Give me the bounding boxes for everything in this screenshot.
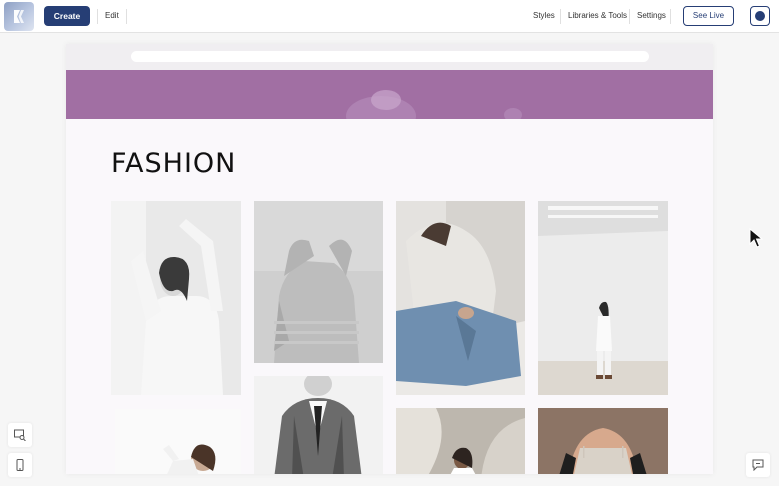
gallery-image[interactable] bbox=[254, 201, 383, 363]
top-toolbar: Create Edit Styles Libraries & Tools Set… bbox=[0, 0, 779, 33]
avatar-icon bbox=[755, 11, 765, 21]
toolbar-divider bbox=[97, 9, 98, 24]
hero-banner[interactable] bbox=[66, 70, 713, 119]
app-logo-icon[interactable] bbox=[4, 2, 34, 31]
create-button[interactable]: Create bbox=[44, 6, 90, 26]
banner-flower-shape bbox=[371, 90, 401, 110]
address-bar bbox=[131, 51, 649, 62]
page-preview-canvas[interactable]: FASHION bbox=[66, 44, 713, 474]
avatar-button[interactable] bbox=[750, 6, 770, 26]
preview-search-icon[interactable] bbox=[8, 423, 32, 447]
gallery-image[interactable] bbox=[111, 201, 241, 395]
settings-menu[interactable]: Settings bbox=[637, 11, 666, 20]
gallery-image[interactable] bbox=[538, 408, 668, 474]
toolbar-divider bbox=[560, 9, 561, 24]
libraries-tools-menu[interactable]: Libraries & Tools bbox=[568, 11, 627, 20]
banner-flower-shape bbox=[504, 108, 522, 119]
toolbar-divider bbox=[126, 9, 127, 24]
gallery-image[interactable] bbox=[538, 201, 668, 395]
edit-menu[interactable]: Edit bbox=[105, 11, 119, 20]
gallery-image[interactable] bbox=[396, 201, 525, 395]
mouse-cursor-icon bbox=[749, 227, 764, 253]
mobile-device-icon[interactable] bbox=[8, 453, 32, 477]
styles-menu[interactable]: Styles bbox=[533, 11, 555, 20]
gallery-image[interactable] bbox=[254, 376, 383, 474]
page-title[interactable]: FASHION bbox=[111, 148, 236, 179]
toolbar-divider bbox=[629, 9, 630, 24]
browser-chrome bbox=[66, 44, 713, 70]
toolbar-divider bbox=[670, 9, 671, 24]
gallery-image[interactable] bbox=[396, 408, 525, 474]
gallery-image[interactable] bbox=[115, 409, 241, 474]
feedback-chat-icon[interactable] bbox=[746, 453, 770, 477]
see-live-button[interactable]: See Live bbox=[683, 6, 734, 26]
